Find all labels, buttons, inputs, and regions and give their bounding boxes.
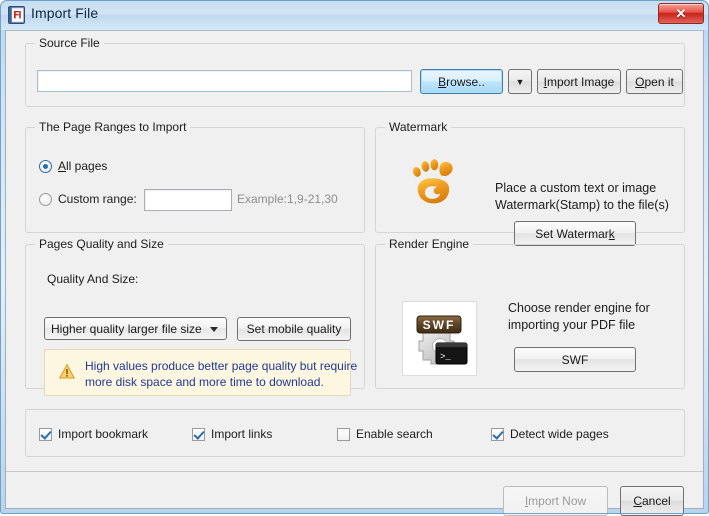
set-mobile-quality-label: Set mobile quality bbox=[246, 322, 342, 336]
render-engine-description-line1: Choose render engine for bbox=[508, 301, 650, 315]
watermark-description-line2: Watermark(Stamp) to the file(s) bbox=[495, 198, 669, 212]
dialog-client-area: Source File Browse.. ▼ Import Image Open… bbox=[5, 30, 704, 516]
quality-warning-text: High values produce better page quality … bbox=[85, 358, 363, 390]
quality-warning-line1: High values produce better page quality … bbox=[85, 359, 358, 373]
warning-triangle-icon bbox=[59, 364, 75, 379]
orange-footprint-icon bbox=[412, 159, 453, 204]
checkbox-enable-search[interactable]: Enable search bbox=[337, 427, 433, 441]
svg-text:SWF: SWF bbox=[423, 318, 456, 332]
render-engine-icon-box: SWF >_ bbox=[402, 301, 477, 376]
title-bar: Import File ✕ bbox=[0, 0, 709, 30]
page-ranges-group-label: The Page Ranges to Import bbox=[35, 120, 191, 134]
radio-custom-range-mark bbox=[39, 192, 52, 206]
render-engine-group-label: Render Engine bbox=[385, 237, 474, 251]
quality-field-label: Quality And Size: bbox=[47, 272, 139, 286]
close-button[interactable]: ✕ bbox=[658, 3, 704, 24]
swf-gear-terminal-icon: SWF >_ bbox=[416, 315, 468, 365]
checkbox-detect-wide-pages-label: Detect wide pages bbox=[510, 427, 609, 441]
set-mobile-quality-button[interactable]: Set mobile quality bbox=[237, 317, 351, 341]
watermark-description-line1: Place a custom text or image bbox=[495, 181, 657, 195]
render-engine-description-line2: importing your PDF file bbox=[508, 318, 636, 332]
checkbox-import-bookmark-mark bbox=[39, 427, 52, 441]
set-watermark-button[interactable]: Set Watermark bbox=[514, 221, 636, 246]
radio-all-pages[interactable]: All pages bbox=[39, 159, 107, 173]
swf-engine-button[interactable]: SWF bbox=[514, 347, 636, 372]
svg-text:>_: >_ bbox=[440, 352, 451, 362]
chevron-down-icon bbox=[210, 326, 218, 332]
checkbox-import-links-mark bbox=[192, 427, 205, 441]
checkbox-enable-search-label: Enable search bbox=[356, 427, 433, 441]
page-ranges-group: The Page Ranges to Import bbox=[25, 120, 365, 233]
checkbox-enable-search-mark bbox=[337, 427, 350, 441]
radio-custom-range[interactable]: Custom range: bbox=[39, 192, 137, 206]
import-image-button[interactable]: Import Image bbox=[537, 69, 621, 94]
browse-button[interactable]: Browse.. bbox=[420, 69, 503, 94]
radio-all-pages-label: All pages bbox=[58, 159, 108, 173]
import-now-button[interactable]: Import Now bbox=[503, 486, 608, 516]
footer-divider bbox=[6, 471, 703, 472]
quality-group-label: Pages Quality and Size bbox=[35, 237, 168, 251]
quality-select-value: Higher quality larger file size bbox=[51, 321, 202, 336]
quality-select[interactable]: Higher quality larger file size bbox=[44, 317, 227, 340]
custom-range-example: Example:1,9-21,30 bbox=[237, 192, 338, 206]
checkbox-import-bookmark[interactable]: Import bookmark bbox=[39, 427, 148, 441]
cancel-button[interactable]: Cancel bbox=[620, 486, 684, 516]
open-it-button[interactable]: Open it bbox=[626, 69, 683, 94]
watermark-group-label: Watermark bbox=[385, 120, 452, 134]
import-file-window: Import File ✕ Source File Browse.. ▼ Imp… bbox=[0, 0, 709, 516]
browse-dropdown-button[interactable]: ▼ bbox=[508, 69, 532, 94]
radio-custom-range-label: Custom range: bbox=[58, 192, 137, 206]
window-title: Import File bbox=[31, 5, 99, 21]
checkbox-detect-wide-pages[interactable]: Detect wide pages bbox=[491, 427, 609, 441]
pdf-book-icon bbox=[8, 6, 25, 24]
checkbox-detect-wide-pages-mark bbox=[491, 427, 504, 441]
quality-warning-line2: more disk space and more time to downloa… bbox=[85, 375, 324, 389]
custom-range-input[interactable] bbox=[144, 189, 232, 211]
checkbox-import-links-label: Import links bbox=[211, 427, 273, 441]
radio-all-pages-mark bbox=[39, 159, 52, 173]
checkbox-import-bookmark-label: Import bookmark bbox=[58, 427, 149, 441]
source-file-group-label: Source File bbox=[35, 36, 104, 50]
chevron-down-icon: ▼ bbox=[515, 76, 525, 87]
checkbox-import-links[interactable]: Import links bbox=[192, 427, 272, 441]
swf-engine-button-label: SWF bbox=[561, 352, 589, 367]
source-file-path-input[interactable] bbox=[37, 70, 412, 92]
quality-warning-panel: High values produce better page quality … bbox=[44, 349, 357, 396]
